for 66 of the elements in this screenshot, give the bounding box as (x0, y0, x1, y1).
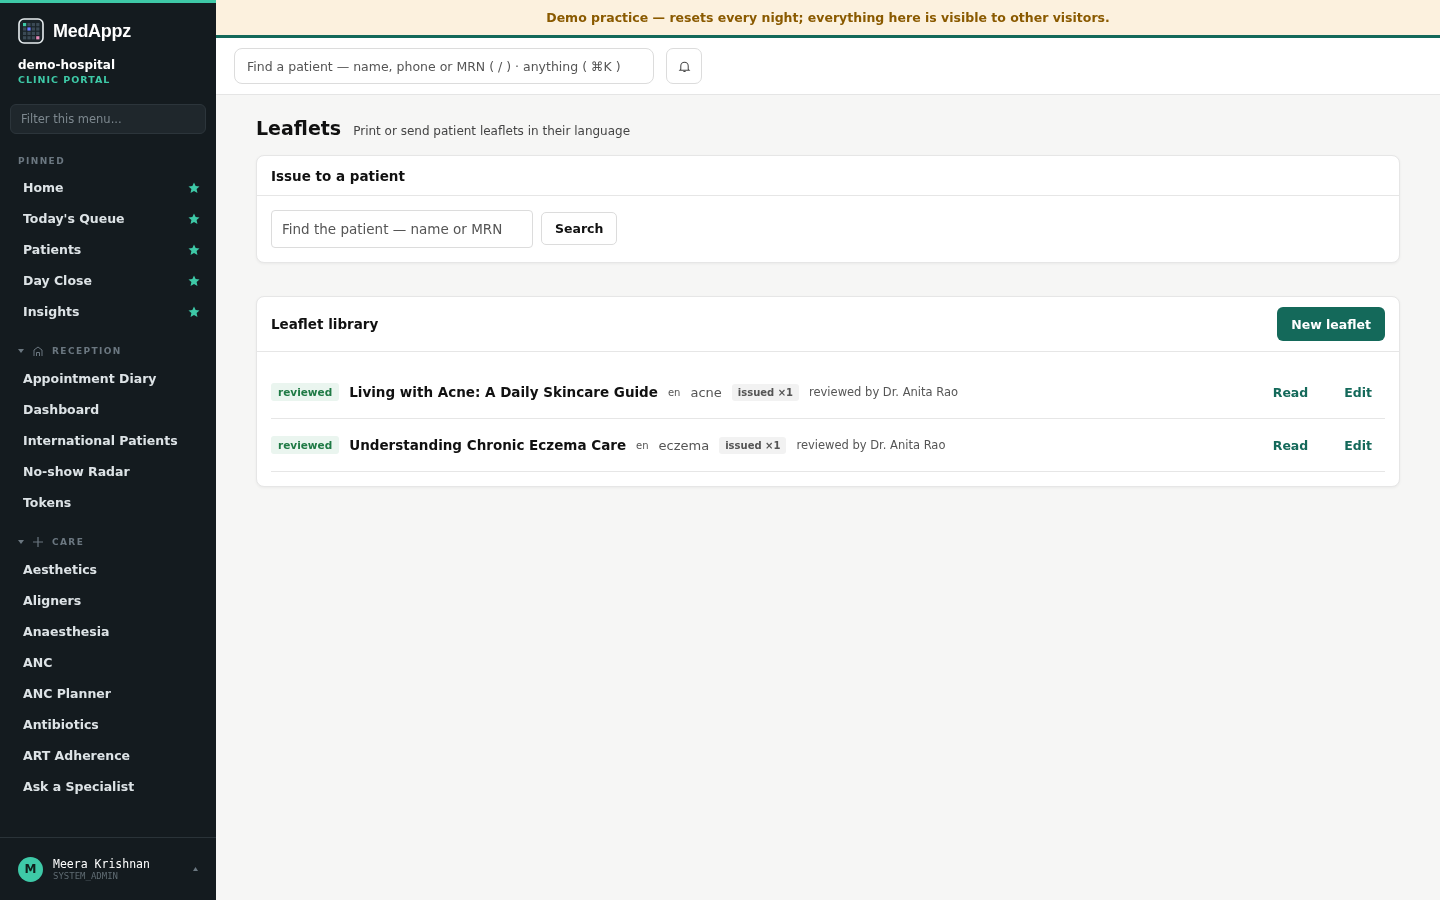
caret-icon[interactable] (18, 539, 24, 545)
card-title: Leaflet library (271, 316, 379, 332)
section-heading: PINNED (17, 155, 67, 168)
nav-item[interactable]: ANC (23, 655, 53, 670)
filter-field[interactable]: Filter this menu... (10, 104, 206, 134)
user-role: SYSTEM_ADMIN (53, 871, 120, 881)
portal-label: CLINIC PORTAL (17, 73, 112, 85)
star-icon[interactable] (188, 305, 200, 318)
topic-tag: acne (690, 384, 722, 400)
nav-item[interactable]: Today's Queue (23, 211, 125, 226)
nav-item[interactable]: Appointment Diary (23, 371, 157, 386)
demo-banner: Demo practice — resets every night; everything here is visible to other visitors. (216, 0, 1440, 38)
section-heading: CARE (52, 537, 85, 547)
read-link[interactable]: Read (1259, 384, 1322, 400)
card-title: Issue to a patient (271, 167, 405, 184)
edit-link[interactable]: Edit (1331, 384, 1385, 400)
nav-item[interactable]: International Patients (23, 433, 178, 448)
avatar[interactable]: M (18, 856, 43, 882)
new-leaflet-button[interactable]: New leaflet (1277, 307, 1385, 341)
nav-item[interactable]: Patients (23, 242, 82, 257)
status-badge: reviewed (271, 436, 340, 454)
patient-search-field[interactable]: Find the patient — name or MRN (271, 210, 533, 248)
topic-tag: eczema (658, 437, 710, 453)
star-icon[interactable] (188, 181, 200, 194)
edit-link[interactable]: Edit (1331, 437, 1385, 453)
nav-item[interactable]: Ask a Specialist (23, 779, 135, 794)
nav-item[interactable]: Home (23, 180, 64, 195)
nav-item[interactable]: Tokens (23, 495, 72, 510)
notifications-button[interactable] (666, 48, 702, 84)
caret-icon[interactable] (18, 348, 24, 354)
nav-item[interactable]: Insights (23, 304, 80, 319)
user-name: Meera Krishnan (53, 857, 151, 871)
star-icon[interactable] (188, 274, 200, 287)
language-code: en (667, 386, 681, 398)
search-button[interactable]: Search (541, 212, 618, 245)
star-icon[interactable] (188, 212, 200, 225)
caret-icon[interactable] (193, 867, 198, 871)
nav-item[interactable]: Antibiotics (23, 717, 99, 732)
star-icon[interactable] (188, 243, 200, 256)
nav-item[interactable]: Aligners (23, 593, 82, 608)
reviewer-text: reviewed by Dr. Anita Rao (796, 438, 946, 452)
org-name: demo-hospital (17, 57, 117, 72)
page-subtitle: Print or send patient leaflets in their language (353, 124, 631, 138)
nav-item[interactable]: ANC Planner (23, 686, 111, 701)
logo-icon (18, 18, 44, 44)
read-link[interactable]: Read (1259, 437, 1322, 453)
home-icon (32, 345, 44, 357)
nav-item[interactable]: No-show Radar (23, 464, 130, 479)
search-field[interactable]: Find a patient — name, phone or MRN ( / ) · anything ( ⌘K ) (234, 48, 654, 84)
issued-badge: issued ×1 (719, 436, 787, 454)
nav-item[interactable]: ART Adherence (23, 748, 131, 763)
app-name: MedAppz (53, 20, 131, 42)
leaflet-title: Understanding Chronic Eczema Care (349, 437, 627, 453)
nav-item[interactable]: Anaesthesia (23, 624, 110, 639)
nav-item[interactable]: Dashboard (23, 402, 100, 417)
page-title: Leaflets (256, 117, 342, 139)
nav-item[interactable]: Aesthetics (23, 562, 98, 577)
leaflet-title: Living with Acne: A Daily Skincare Guide (349, 384, 658, 400)
issued-badge: issued ×1 (731, 383, 799, 401)
nav-item[interactable]: Day Close (23, 273, 92, 288)
reviewer-text: reviewed by Dr. Anita Rao (809, 385, 959, 399)
language-code: en (636, 439, 649, 451)
section-heading: RECEPTION (52, 346, 122, 356)
bell-icon (677, 59, 691, 73)
status-badge: reviewed (271, 383, 340, 401)
plus-icon (32, 536, 44, 548)
